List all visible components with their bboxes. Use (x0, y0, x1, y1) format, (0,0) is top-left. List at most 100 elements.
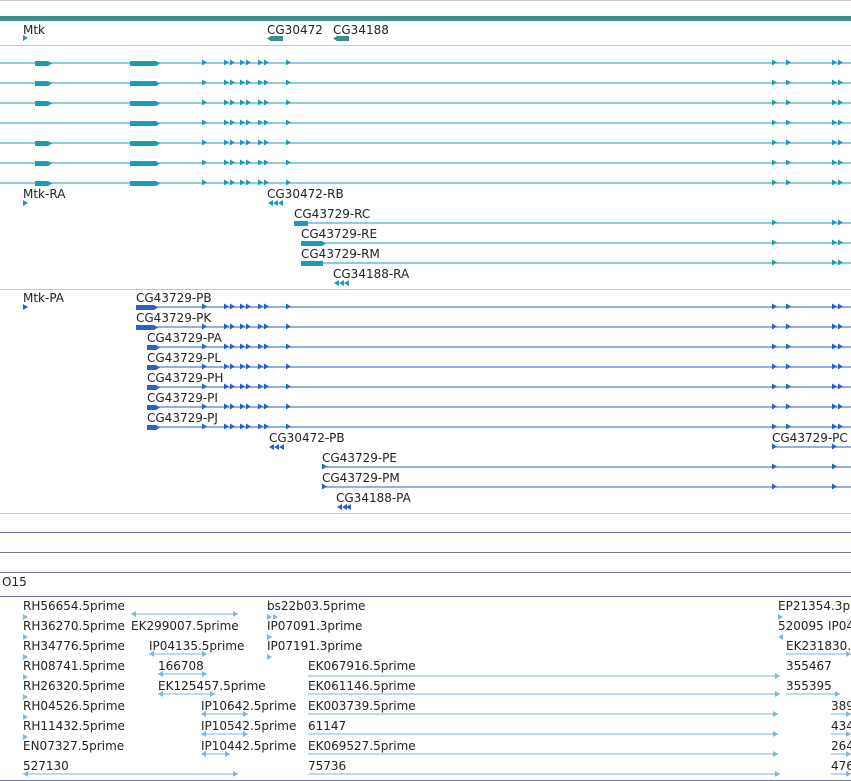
protein-label-cg43729-pk[interactable]: CG43729-PK (136, 312, 211, 325)
feature-arrow-right (286, 79, 291, 86)
protein-label-cg34188-pa[interactable]: CG34188-PA (336, 492, 411, 505)
est-label[interactable]: IP10542.5prime (201, 720, 296, 733)
feature-arrow-right (224, 383, 229, 390)
est-label[interactable]: bs22b03.5prime (267, 600, 365, 613)
transcript-label-cg43729-rc[interactable]: CG43729-RC (294, 208, 370, 221)
feature-arrow-right (224, 159, 229, 166)
feature-arrow-right (202, 179, 207, 186)
est-label[interactable]: RH08741.5prime (23, 660, 125, 673)
feature-exon-arrow (48, 61, 52, 66)
est-label[interactable]: IP07191.3prime (267, 640, 362, 653)
feature-arrow-right (246, 99, 251, 106)
protein-label-cg43729-pa[interactable]: CG43729-PA (147, 332, 222, 345)
est-label[interactable]: 476 (831, 760, 851, 773)
feature-arrow-right (264, 59, 269, 66)
est-label[interactable]: EK061146.5prime (308, 680, 416, 693)
protein-label-cg43729-pj[interactable]: CG43729-PJ (147, 412, 218, 425)
protein-label-cg43729-pl[interactable]: CG43729-PL (147, 352, 221, 365)
est-label[interactable]: EK125457.5prime (158, 680, 266, 693)
est-label[interactable]: 527130 (23, 760, 69, 773)
transcript-label-cg43729-rm[interactable]: CG43729-RM (301, 248, 380, 261)
feature-arrow-right (773, 731, 778, 737)
feature-exon-arrow (154, 325, 158, 330)
est-label[interactable]: IP04135.5prime (149, 640, 244, 653)
feature-arrow-right (258, 59, 263, 66)
est-label[interactable]: 75736 (308, 760, 346, 773)
protein-label-cg43729-pi[interactable]: CG43729-PI (147, 392, 218, 405)
est-label[interactable]: IP10642.5prime (201, 700, 296, 713)
est-label[interactable]: EN07327.5prime (23, 740, 124, 753)
feature-arrow-right (286, 119, 291, 126)
gene-label-cg34188[interactable]: CG34188 (333, 24, 389, 37)
feature-arrow-right (786, 383, 791, 390)
feature-arrow-right (838, 363, 843, 370)
feature-arrow-right (772, 59, 777, 66)
feature-arrow-right (286, 99, 291, 106)
est-label[interactable]: EK069527.5prime (308, 740, 416, 753)
feature-exon-arrow (156, 425, 160, 430)
est-label[interactable]: 264 (831, 740, 851, 753)
feature-arrow-right (838, 139, 843, 146)
protein-label-cg43729-pc[interactable]: CG43729-PC (772, 432, 848, 445)
feature-exon-box (136, 325, 154, 330)
est-label[interactable]: RH26320.5prime (23, 680, 125, 693)
protein-label-cg43729-pb[interactable]: CG43729-PB (136, 292, 212, 305)
feature-arrow-right (264, 343, 269, 350)
feature-arrow-right (838, 423, 843, 430)
est-label[interactable]: 355395 (786, 680, 832, 693)
feature-exon-arrow (156, 345, 160, 350)
est-label[interactable]: 520095 (778, 620, 824, 633)
est-label[interactable]: IP10442.5prime (201, 740, 296, 753)
transcript-label-mtk-ra[interactable]: Mtk-RA (23, 188, 65, 201)
est-label[interactable]: EK299007.5prime (131, 620, 239, 633)
est-label[interactable]: 61147 (308, 720, 346, 733)
feature-arrow-right (246, 159, 251, 166)
feature-arrow-right (772, 343, 777, 350)
feature-arrow-right (832, 59, 837, 66)
transcript-label-cg34188-ra[interactable]: CG34188-RA (333, 268, 409, 281)
est-label[interactable]: 355467 (786, 660, 832, 673)
est-label[interactable]: 434 (831, 720, 851, 733)
feature-arrow-right (772, 79, 777, 86)
est-label[interactable]: IP04 (828, 620, 851, 633)
gene-label-mtk[interactable]: Mtk (23, 24, 45, 37)
feature-arrow-right (832, 323, 837, 330)
transcript-label-cg43729-re[interactable]: CG43729-RE (301, 228, 377, 241)
feature-arrow-right (230, 383, 235, 390)
est-label[interactable]: RH34776.5prime (23, 640, 125, 653)
feature-arrow-right (772, 159, 777, 166)
feature-arrow-right (258, 363, 263, 370)
est-label[interactable]: RH11432.5prime (23, 720, 125, 733)
feature-arrow-right (772, 239, 777, 246)
est-label[interactable]: EP21354.3pr (778, 600, 851, 613)
protein-label-cg43729-ph[interactable]: CG43729-PH (147, 372, 223, 385)
transcript-label-cg30472-rb[interactable]: CG30472-RB (267, 188, 344, 201)
feature-arrow-right (838, 79, 843, 86)
feature-arrow-right (246, 119, 251, 126)
feature-arrow-right (230, 139, 235, 146)
feature-arrow-right (230, 323, 235, 330)
protein-label-cg43729-pm[interactable]: CG43729-PM (322, 472, 400, 485)
feature-arrow-right (240, 363, 245, 370)
est-label[interactable]: EK003739.5prime (308, 700, 416, 713)
feature-arrow-right (772, 483, 777, 490)
feature-arrow-right (772, 423, 777, 430)
est-label[interactable]: RH36270.5prime (23, 620, 125, 633)
est-label[interactable]: RH56654.5prime (23, 600, 125, 613)
est-label[interactable]: 166708 (158, 660, 204, 673)
protein-label-cg30472-pb[interactable]: CG30472-PB (269, 432, 345, 445)
feature-arrow-right (240, 159, 245, 166)
feature-arrow-right (832, 463, 837, 470)
feature-arrow-right (202, 79, 207, 86)
est-label[interactable]: 389 (831, 700, 851, 713)
est-label[interactable]: EK067916.5prime (308, 660, 416, 673)
feature-exon-arrow (48, 181, 52, 186)
feature-arrow-right (286, 423, 291, 430)
protein-label-mtk-pa[interactable]: Mtk-PA (23, 292, 64, 305)
protein-label-cg43729-pe[interactable]: CG43729-PE (322, 452, 397, 465)
est-label[interactable]: EK231830. (786, 640, 851, 653)
est-label[interactable]: RH04526.5prime (23, 700, 125, 713)
gene-label-cg30472[interactable]: CG30472 (267, 24, 323, 37)
est-label[interactable]: IP07091.3prime (267, 620, 362, 633)
feature-arrow-right (786, 363, 791, 370)
